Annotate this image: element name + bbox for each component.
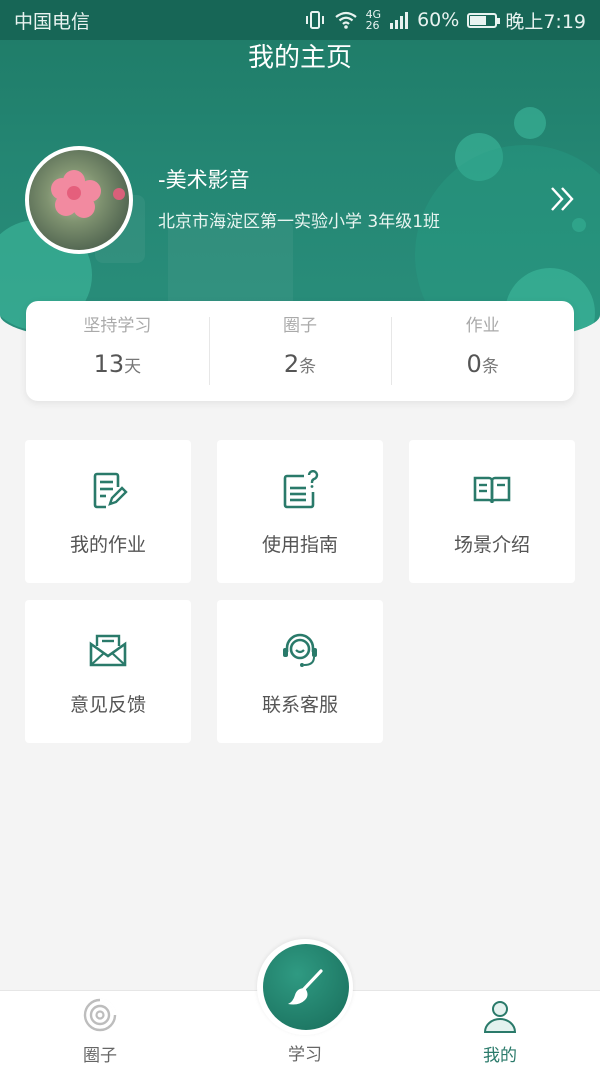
menu-label: 联系客服: [261, 694, 338, 716]
avatar[interactable]: [25, 146, 133, 254]
menu-label: 场景介绍: [453, 534, 530, 556]
menu-label: 我的作业: [69, 534, 146, 556]
menu-scene-intro[interactable]: 场景介绍: [409, 440, 575, 583]
double-chevron-right-icon[interactable]: [544, 181, 580, 217]
nav-mine[interactable]: 我的: [440, 991, 560, 1067]
envelope-icon: [89, 634, 127, 667]
clock: 晚上7:19: [505, 10, 586, 33]
menu-customer-service[interactable]: 联系客服: [217, 600, 383, 743]
guide-question-icon: [283, 470, 319, 509]
user-school: 北京市海淀区第一实验小学 3年级1班: [158, 212, 441, 232]
carrier-label: 中国电信: [14, 10, 91, 33]
menu-label: 使用指南: [261, 534, 338, 556]
edit-document-icon: [93, 472, 128, 509]
circle-disc-icon: [83, 998, 117, 1032]
vibrate-icon: [305, 11, 324, 29]
stat-value: 2条: [283, 350, 317, 378]
battery-icon: [467, 12, 501, 28]
menu-user-guide[interactable]: 使用指南: [217, 440, 383, 583]
headset-icon: [283, 633, 317, 667]
nav-circle[interactable]: 圈子: [40, 991, 160, 1067]
battery-percent: 60%: [417, 9, 460, 31]
stat-label: 圈子: [283, 316, 317, 336]
signal-icon: [390, 12, 409, 29]
brush-icon: [288, 969, 323, 1005]
stat-homework[interactable]: 作业 0条: [391, 301, 574, 401]
menu-feedback[interactable]: 意见反馈: [25, 600, 191, 743]
stats-card: 坚持学习 13天 圈子 2条 作业 0条: [26, 301, 574, 401]
nav-study-button[interactable]: [263, 944, 349, 1030]
page-title: 我的主页: [247, 43, 352, 73]
menu-label: 意见反馈: [69, 694, 146, 716]
stat-circle-posts[interactable]: 圈子 2条: [208, 301, 392, 401]
nav-label: 学习: [288, 1045, 322, 1065]
flower-center: [67, 186, 81, 200]
stat-study-days[interactable]: 坚持学习 13天: [26, 301, 209, 401]
flower-bud: [113, 188, 125, 200]
stat-label: 坚持学习: [83, 316, 152, 336]
stat-value: 13天: [93, 350, 142, 378]
user-name: -美术影音: [158, 168, 250, 192]
menu-my-homework[interactable]: 我的作业: [25, 440, 191, 583]
decorative-circle: [514, 107, 546, 139]
network-type: 4G 26: [365, 8, 382, 32]
nav-label: 我的: [483, 1046, 517, 1066]
wifi-icon: [334, 11, 357, 29]
stat-value: 0条: [466, 350, 499, 378]
nav-label: 圈子: [83, 1046, 117, 1066]
user-icon: [483, 1001, 517, 1033]
open-book-icon: [473, 476, 511, 504]
status-bar: 中国电信 4G 26 60% 晚上7:19: [0, 0, 600, 40]
stat-label: 作业: [465, 316, 500, 336]
